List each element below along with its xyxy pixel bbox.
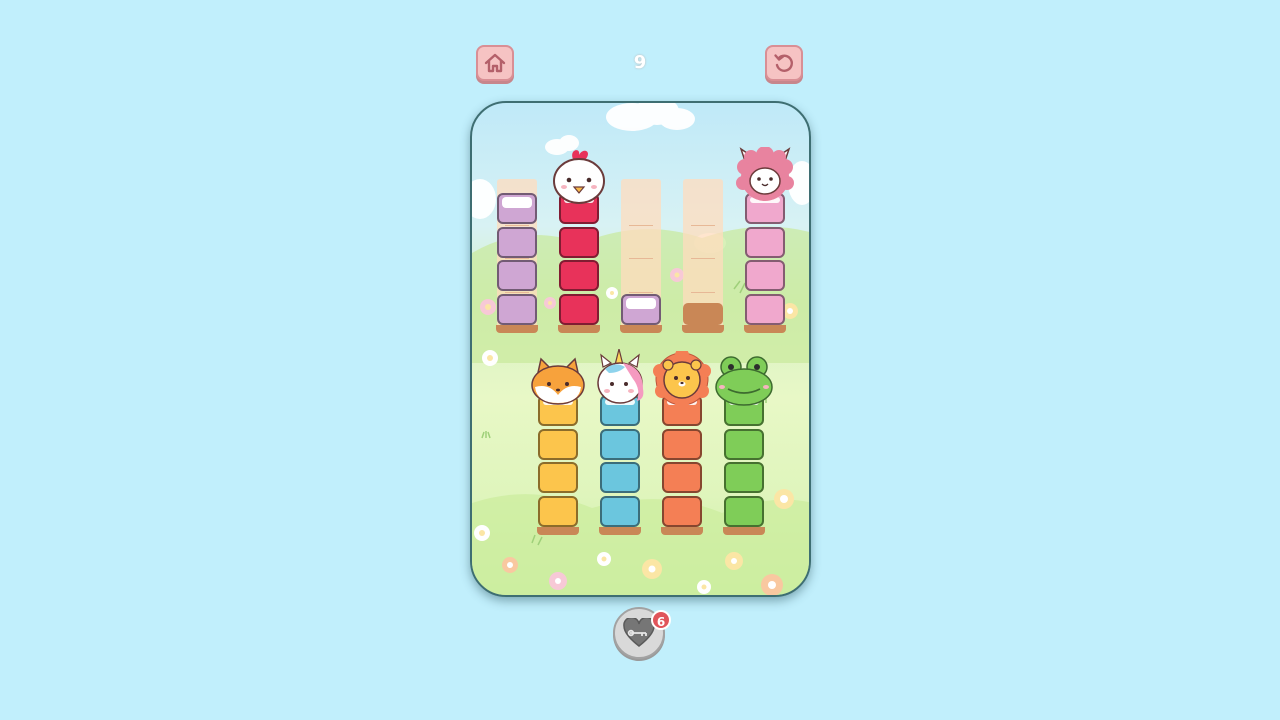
- tube-6[interactable]: [531, 357, 585, 535]
- tube-level-guide: [691, 291, 715, 293]
- block-pink: [745, 293, 785, 325]
- block-green: [724, 495, 764, 527]
- block-orange: [662, 428, 702, 460]
- home-icon: [484, 53, 506, 73]
- alpaca-head-icon: [735, 146, 795, 209]
- block-red: [559, 226, 599, 258]
- tube-base: [661, 527, 703, 535]
- restart-icon: [774, 54, 793, 72]
- tube-base: [558, 325, 600, 333]
- tube-level-guide: [691, 224, 715, 226]
- tube-base: [744, 325, 786, 333]
- tube-4[interactable]: [682, 179, 724, 333]
- block-pink: [745, 260, 785, 291]
- restart-button[interactable]: [765, 45, 803, 81]
- block-orange: [662, 462, 702, 493]
- tube-base: [537, 527, 579, 535]
- block-white-purple: [497, 193, 537, 224]
- block-shine: [502, 197, 532, 208]
- tube-level-guide: [629, 291, 653, 293]
- block-green: [724, 462, 764, 493]
- block-purple: [497, 226, 537, 258]
- block-purple: [497, 293, 537, 325]
- tube-level-guide: [505, 291, 529, 293]
- block-red: [559, 293, 599, 325]
- tube-8[interactable]: [653, 348, 711, 535]
- tube-level-guide: [505, 258, 529, 259]
- tube-5[interactable]: [736, 146, 794, 333]
- block-purple: [497, 260, 537, 291]
- tube-level-guide: [691, 258, 715, 259]
- tube-7[interactable]: [597, 348, 644, 535]
- block-yellow: [538, 495, 578, 527]
- tube-base: [599, 527, 641, 535]
- block-blue: [600, 495, 640, 527]
- block-yellow: [538, 428, 578, 460]
- fox-head-icon: [529, 357, 587, 411]
- frog-head-icon: [714, 355, 774, 411]
- tube-base: [620, 325, 662, 333]
- game-board: [470, 101, 811, 597]
- block-red: [559, 260, 599, 291]
- block-blue: [600, 428, 640, 460]
- unicorn-head-icon: [593, 348, 647, 411]
- hint-count-badge: 6: [651, 610, 671, 630]
- lion-head-icon: [652, 348, 712, 411]
- block-white-purple: [621, 293, 661, 325]
- block-green: [724, 428, 764, 460]
- tube-9[interactable]: [715, 356, 773, 535]
- chicken-head-icon: [551, 147, 607, 209]
- tube-2[interactable]: [553, 150, 605, 333]
- tube-1[interactable]: [496, 179, 538, 333]
- block-pink: [745, 226, 785, 258]
- tube-level-guide: [629, 258, 653, 259]
- block-shine: [626, 297, 656, 309]
- empty-slot: [683, 303, 723, 325]
- tube-level-guide: [505, 224, 529, 226]
- block-orange: [662, 495, 702, 527]
- block-blue: [600, 462, 640, 493]
- block-yellow: [538, 462, 578, 493]
- home-button[interactable]: [476, 45, 514, 81]
- tube-base: [496, 325, 538, 333]
- level-number: 9: [633, 52, 647, 73]
- tube-level-guide: [629, 224, 653, 226]
- tube-base: [682, 325, 724, 333]
- tube-3[interactable]: [620, 179, 662, 333]
- tube-base: [723, 527, 765, 535]
